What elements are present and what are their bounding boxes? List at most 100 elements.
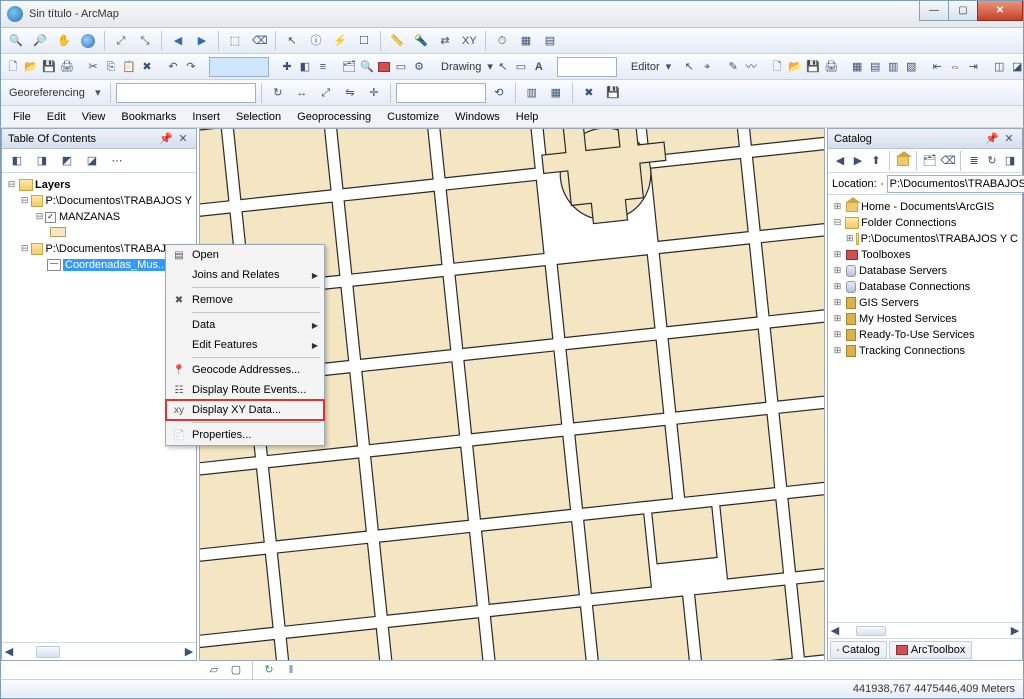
toc-icon[interactable]: ≡	[315, 56, 331, 78]
viewer2-icon[interactable]: ▤	[539, 30, 561, 52]
cat-item-db-servers[interactable]: Database Servers	[859, 265, 947, 277]
ctx-properties[interactable]: 📄Properties...	[166, 425, 324, 445]
new-icon[interactable]: 🗋	[5, 56, 21, 78]
ctx-data[interactable]: Data▶	[166, 315, 324, 335]
ctx-display-xy[interactable]: xyDisplay XY Data...	[166, 400, 324, 420]
cat-list-icon[interactable]: ≣	[966, 150, 982, 172]
ctx-remove[interactable]: ✖Remove	[166, 290, 324, 310]
ctx-joins[interactable]: Joins and Relates▶	[166, 265, 324, 285]
location-input[interactable]	[887, 175, 1024, 193]
pause-draw-icon[interactable]: ‖	[282, 661, 300, 679]
close-button[interactable]: ✕	[977, 1, 1023, 21]
font-input[interactable]	[557, 57, 617, 77]
python-icon[interactable]: ▭	[393, 56, 409, 78]
find-route-icon[interactable]: ⇄	[434, 30, 456, 52]
menu-geoprocessing[interactable]: Geoprocessing	[289, 109, 379, 125]
layout-b-icon[interactable]: ▤	[867, 56, 883, 78]
toolbox-icon[interactable]	[377, 56, 391, 78]
menu-insert[interactable]: Insert	[184, 109, 228, 125]
georef-save-icon[interactable]: 💾	[602, 82, 624, 104]
georef-layer-input[interactable]	[116, 83, 256, 103]
select-icon[interactable]: ⬚	[224, 30, 246, 52]
fixed-zoom-out-icon[interactable]: ⤡	[134, 30, 156, 52]
menu-view[interactable]: View	[74, 109, 114, 125]
doc4-icon[interactable]: 🖨	[823, 56, 839, 78]
undo-icon[interactable]: ↶	[165, 56, 181, 78]
maximize-button[interactable]: ▢	[948, 1, 978, 21]
draw-rect-icon[interactable]: ▭	[513, 56, 529, 78]
sketch-icon[interactable]: ✎	[725, 56, 741, 78]
scale-input[interactable]	[209, 57, 269, 77]
catalog-pin-icon[interactable]: 📌	[985, 132, 999, 146]
go-to-xy-icon[interactable]: XY	[458, 30, 480, 52]
delete-icon[interactable]: ✖	[139, 56, 155, 78]
refresh-view-icon[interactable]: ↻	[260, 661, 278, 679]
cat-home-icon[interactable]	[895, 150, 911, 172]
toc-hscroll[interactable]: ◀▶	[2, 642, 196, 660]
georef-rotate-icon[interactable]: ↻	[267, 82, 289, 104]
georef-shift-icon[interactable]: ↔	[291, 82, 313, 104]
cat-refresh-icon[interactable]: ↻	[984, 150, 1000, 172]
align-left-icon[interactable]: ⇤	[929, 56, 945, 78]
layout-c-icon[interactable]: ▥	[885, 56, 901, 78]
georef-scale-icon[interactable]: ⤢	[315, 82, 337, 104]
georef-view-icon[interactable]: ▥	[521, 82, 543, 104]
search-icon[interactable]: 🔍	[359, 56, 375, 78]
toc-table-coordenadas[interactable]: Coordenadas_Mus...	[63, 259, 169, 271]
cat-item-db-conn[interactable]: Database Connections	[859, 281, 970, 293]
cat-item-home[interactable]: Home - Documents\ArcGIS	[861, 201, 994, 213]
menu-edit[interactable]: Edit	[39, 109, 74, 125]
clear-select-icon[interactable]: ⌫	[248, 30, 270, 52]
menu-selection[interactable]: Selection	[228, 109, 289, 125]
zoom-out-icon[interactable]: 🔎	[29, 30, 51, 52]
cat-up-icon[interactable]: ⬆	[868, 150, 884, 172]
cat-item-ready[interactable]: Ready-To-Use Services	[859, 329, 975, 341]
model-icon[interactable]: ⚙	[411, 56, 427, 78]
extra2-icon[interactable]: ◪	[1009, 56, 1023, 78]
georef-flip-icon[interactable]: ⇋	[339, 82, 361, 104]
toc-close-icon[interactable]: ✕	[176, 132, 190, 146]
menu-customize[interactable]: Customize	[379, 109, 447, 125]
find-icon[interactable]: 🔦	[410, 30, 432, 52]
full-extent-icon[interactable]	[77, 30, 99, 52]
georef-reset-icon[interactable]: ⟲	[488, 82, 510, 104]
identify-icon[interactable]: ⓘ	[305, 30, 327, 52]
list-by-drawing-icon[interactable]: ◧	[6, 150, 28, 172]
trace-icon[interactable]: 〰	[743, 56, 759, 78]
menu-bookmarks[interactable]: Bookmarks	[113, 109, 184, 125]
menu-windows[interactable]: Windows	[447, 109, 508, 125]
forward-icon[interactable]: ▶	[191, 30, 213, 52]
list-by-selection-icon[interactable]: ◪	[81, 150, 103, 172]
print-icon[interactable]: 🖨	[59, 56, 75, 78]
time-slider-icon[interactable]: ⏱	[491, 30, 513, 52]
layer-checkbox[interactable]: ✓	[45, 212, 56, 223]
align-center-icon[interactable]: ⇔	[947, 56, 963, 78]
measure-icon[interactable]: 📏	[386, 30, 408, 52]
cat-fwd-icon[interactable]: ▶	[850, 150, 866, 172]
viewer-icon[interactable]: ▦	[515, 30, 537, 52]
layout-view-icon[interactable]: ▢	[227, 661, 245, 679]
georef-table-icon[interactable]: ▦	[545, 82, 567, 104]
cat-toggle-icon[interactable]: ◨	[1002, 150, 1018, 172]
pin-icon[interactable]: 📌	[159, 132, 173, 146]
cat-disconnect-icon[interactable]: ⌫	[939, 150, 955, 172]
cat-item-hosted[interactable]: My Hosted Services	[859, 313, 957, 325]
doc2-icon[interactable]: 📂	[787, 56, 803, 78]
pointer-icon[interactable]: ↖	[281, 30, 303, 52]
ctx-route-events[interactable]: ☷Display Route Events...	[166, 380, 324, 400]
align-right-icon[interactable]: ⇥	[965, 56, 981, 78]
tab-arctoolbox[interactable]: ArcToolbox	[889, 641, 972, 659]
save-icon[interactable]: 💾	[41, 56, 57, 78]
ctx-edit-features[interactable]: Edit Features▶	[166, 335, 324, 355]
layout-a-icon[interactable]: ▦	[849, 56, 865, 78]
cat-item-gis-servers[interactable]: GIS Servers	[859, 297, 919, 309]
georef-del-icon[interactable]: ✖	[578, 82, 600, 104]
zoom-in-icon[interactable]: 🔍	[5, 30, 27, 52]
doc1-icon[interactable]: 🗋	[769, 56, 785, 78]
cat-item-folder-path[interactable]: P:\Documentos\TRABAJOS Y C	[861, 233, 1018, 245]
back-icon[interactable]: ◀	[167, 30, 189, 52]
cut-icon[interactable]: ✂	[85, 56, 101, 78]
ctx-open[interactable]: ▤Open	[166, 245, 324, 265]
cat-item-folder-conn[interactable]: Folder Connections	[861, 217, 956, 229]
catalog-tree[interactable]: ⊞Home - Documents\ArcGIS ⊟Folder Connect…	[828, 195, 1022, 622]
